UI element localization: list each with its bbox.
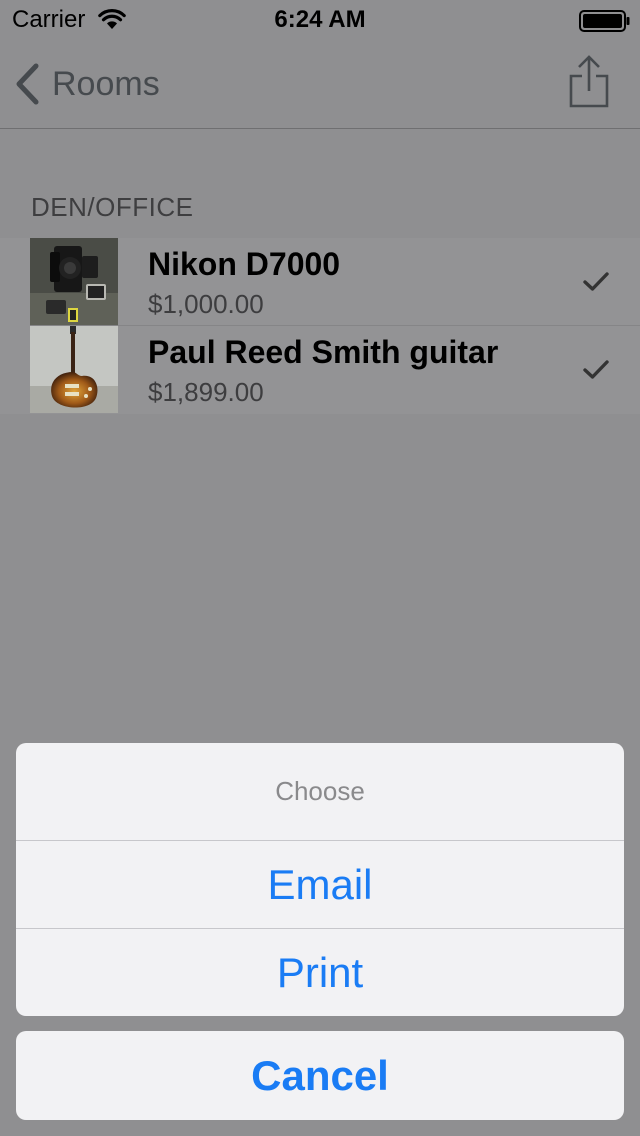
section-header: DEN/OFFICE — [31, 192, 194, 222]
navigation-bar: Rooms — [0, 40, 640, 129]
item-price: $1,899.00 — [148, 377, 264, 407]
battery-icon — [579, 10, 630, 32]
camera-photo — [30, 238, 118, 325]
item-name: Paul Reed Smith guitar — [148, 334, 499, 370]
guitar-photo — [30, 326, 118, 413]
cancel-button[interactable]: Cancel — [16, 1031, 624, 1120]
checkmark-icon — [583, 272, 609, 291]
print-button[interactable]: Print — [16, 929, 624, 1016]
item-name: Nikon D7000 — [148, 246, 341, 282]
items-table: Nikon D7000 $1,000.00 Paul Reed Smith gu… — [0, 238, 640, 414]
status-bar: Carrier 6:24 AM — [0, 0, 640, 40]
back-button-label: Rooms — [52, 64, 160, 103]
chevron-left-icon — [16, 63, 39, 105]
share-icon[interactable] — [566, 54, 612, 110]
table-row[interactable]: Paul Reed Smith guitar $1,899.00 — [0, 326, 640, 414]
checkmark-icon — [583, 360, 609, 379]
back-button[interactable]: Rooms — [14, 62, 160, 106]
action-sheet: Choose Email Print — [16, 743, 624, 1016]
action-sheet-title: Choose — [16, 743, 624, 841]
clock: 6:24 AM — [274, 6, 366, 33]
item-price: $1,000.00 — [148, 289, 264, 319]
email-button[interactable]: Email — [16, 841, 624, 929]
table-row[interactable]: Nikon D7000 $1,000.00 — [0, 238, 640, 326]
